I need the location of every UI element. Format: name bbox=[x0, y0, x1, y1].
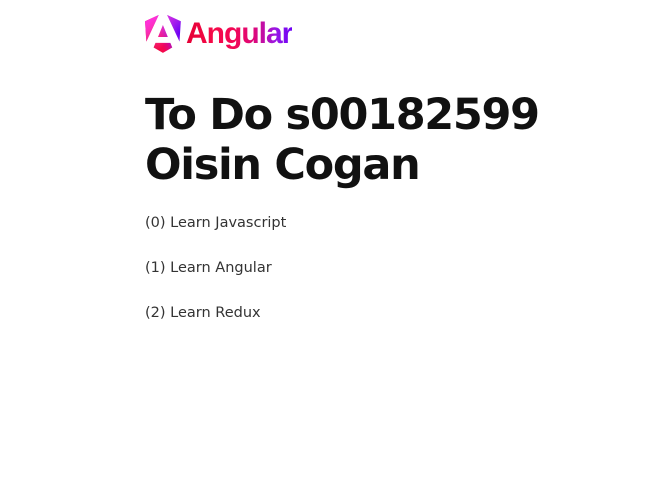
angular-wordmark: Angular bbox=[186, 15, 293, 53]
todo-text: Learn Javascript bbox=[170, 215, 287, 231]
angular-logo-icon bbox=[145, 15, 181, 53]
todo-item: (2) Learn Redux bbox=[145, 304, 635, 322]
todo-index: (1) bbox=[145, 260, 166, 276]
todo-index: (0) bbox=[145, 215, 166, 231]
todo-item: (0) Learn Javascript bbox=[145, 214, 635, 232]
todo-text: Learn Angular bbox=[170, 260, 272, 276]
todo-list: (0) Learn Javascript (1) Learn Angular (… bbox=[145, 214, 635, 322]
todo-index: (2) bbox=[145, 305, 166, 321]
page-title: To Do s00182599 Oisin Cogan bbox=[145, 90, 540, 190]
angular-logo: Angular bbox=[145, 14, 635, 54]
page: Angular To Do s00182599 Oisin Cogan (0) … bbox=[0, 0, 650, 486]
todo-text: Learn Redux bbox=[170, 305, 261, 321]
todo-item: (1) Learn Angular bbox=[145, 259, 635, 277]
main-content: Angular To Do s00182599 Oisin Cogan (0) … bbox=[145, 14, 635, 349]
